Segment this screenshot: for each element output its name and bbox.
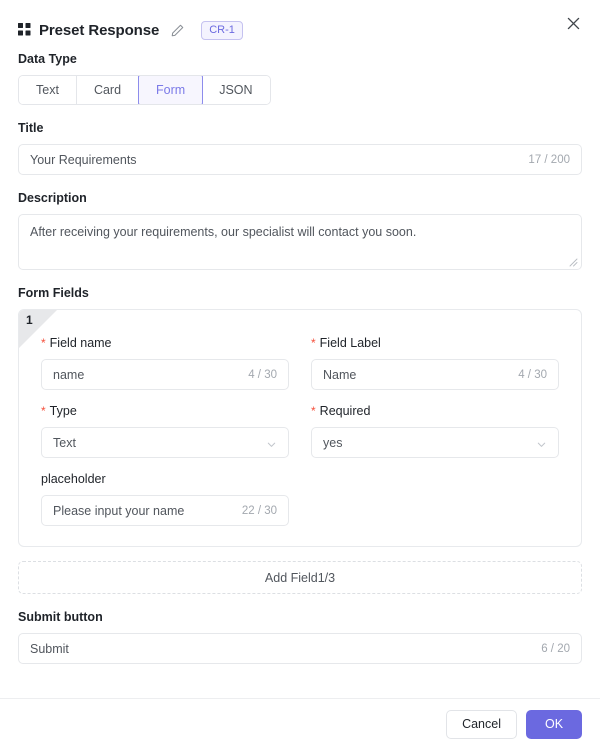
title-label: Title [18,121,44,135]
pencil-edit-icon[interactable] [170,23,185,38]
field-placeholder-row: placeholder Please input your name 22 / … [41,472,559,526]
submit-button-label: Submit button [18,610,103,624]
dialog-title-group: Preset Response CR-1 [18,20,243,40]
status-badge: CR-1 [201,20,243,40]
tab-form[interactable]: Form [138,76,204,104]
title-counter: 17 / 200 [528,153,570,166]
form-fields-label: Form Fields [18,286,89,300]
resize-handle-icon[interactable] [569,258,578,267]
title-input[interactable]: Your Requirements 17 / 200 [18,144,582,175]
required-asterisk-icon: * [41,404,46,418]
title-input-value: Your Requirements [30,152,137,167]
form-fields-section: Form Fields 1 * Field name name 4 / 30 *… [18,286,582,594]
dialog-header: Preset Response CR-1 [0,0,600,46]
field-name-input[interactable]: name 4 / 30 [41,359,289,390]
add-field-button[interactable]: Add Field1/3 [18,561,582,594]
field-required-label: * Required [311,404,559,419]
field-name-row: * Field name name 4 / 30 * Field Label N… [41,336,559,390]
field-name-group: * Field name name 4 / 30 [41,336,289,390]
field-type-label-text: Type [49,404,77,418]
field-placeholder-label: placeholder [41,472,106,486]
submit-button-input[interactable]: Submit 6 / 20 [18,633,582,664]
field-required-label-text: Required [319,404,371,418]
field-label-input[interactable]: Name 4 / 30 [311,359,559,390]
field-name-counter: 4 / 30 [248,368,277,381]
field-placeholder-spacer [311,472,559,526]
title-section: Title Your Requirements 17 / 200 [18,121,582,175]
description-textarea[interactable]: After receiving your requirements, our s… [18,214,582,270]
required-asterisk-icon: * [311,336,316,350]
field-index-ribbon: 1 [19,310,59,350]
required-asterisk-icon: * [311,404,316,418]
grid-apps-icon [18,23,32,37]
submit-button-counter: 6 / 20 [541,642,570,655]
submit-button-value: Submit [30,641,69,656]
data-type-section: Data Type Text Card Form JSON [18,52,582,105]
description-section: Description After receiving your require… [18,191,582,270]
form-field-card: 1 * Field name name 4 / 30 * Field Label… [18,309,582,547]
field-label-value: Name [323,367,357,382]
close-icon [566,16,581,34]
field-name-label: * Field name [41,336,289,351]
field-label-group: * Field Label Name 4 / 30 [311,336,559,390]
ok-button[interactable]: OK [526,709,582,739]
field-placeholder-value: Please input your name [53,503,185,518]
dialog-footer: Cancel OK [0,698,600,749]
preset-response-dialog: Preset Response CR-1 Data Type Text Card [0,0,600,749]
dialog-body: Data Type Text Card Form JSON Title Your… [0,46,600,698]
tab-card[interactable]: Card [76,76,140,104]
field-label-counter: 4 / 30 [518,368,547,381]
data-type-tabs: Text Card Form JSON [18,75,271,105]
field-placeholder-counter: 22 / 30 [241,504,277,517]
data-type-label: Data Type [18,52,77,66]
cancel-button[interactable]: Cancel [446,709,517,739]
chevron-down-icon [266,437,277,448]
field-placeholder-group: placeholder Please input your name 22 / … [41,472,289,526]
field-label-label-text: Field Label [319,336,381,350]
field-type-label: * Type [41,404,289,419]
submit-button-section: Submit button Submit 6 / 20 [18,610,582,664]
close-button[interactable] [562,14,584,36]
chevron-down-icon [536,437,547,448]
field-name-value: name [53,367,85,382]
description-value: After receiving your requirements, our s… [30,225,417,239]
field-required-group: * Required yes [311,404,559,458]
field-type-group: * Type Text [41,404,289,458]
field-type-row: * Type Text * Required yes [41,404,559,458]
field-type-select[interactable]: Text [41,427,289,458]
field-type-value: Text [53,435,76,450]
tab-json[interactable]: JSON [202,76,270,104]
page-title: Preset Response [39,21,160,39]
field-required-value: yes [323,435,343,450]
description-label: Description [18,191,87,205]
field-placeholder-input[interactable]: Please input your name 22 / 30 [41,495,289,526]
field-required-select[interactable]: yes [311,427,559,458]
tab-text[interactable]: Text [19,76,77,104]
field-label-label: * Field Label [311,336,559,351]
field-index-number: 1 [26,313,33,327]
